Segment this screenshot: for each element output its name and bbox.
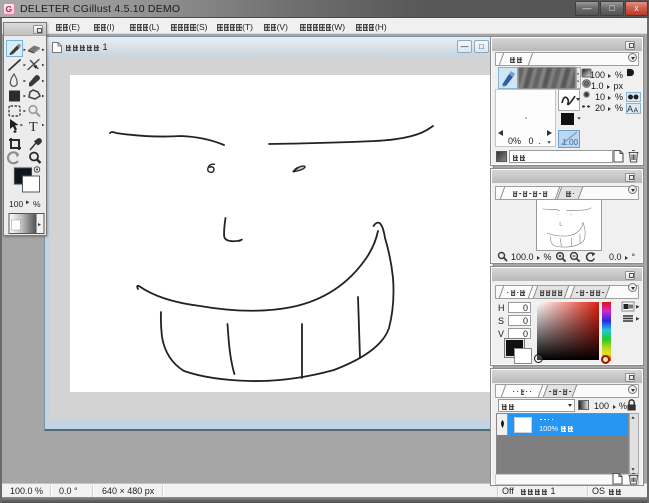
svg-text:100: 100 (9, 199, 23, 209)
svg-text:%: % (33, 199, 41, 209)
svg-text:A: A (627, 104, 633, 114)
svg-text:A: A (634, 108, 639, 115)
svg-text:T: T (29, 120, 38, 135)
